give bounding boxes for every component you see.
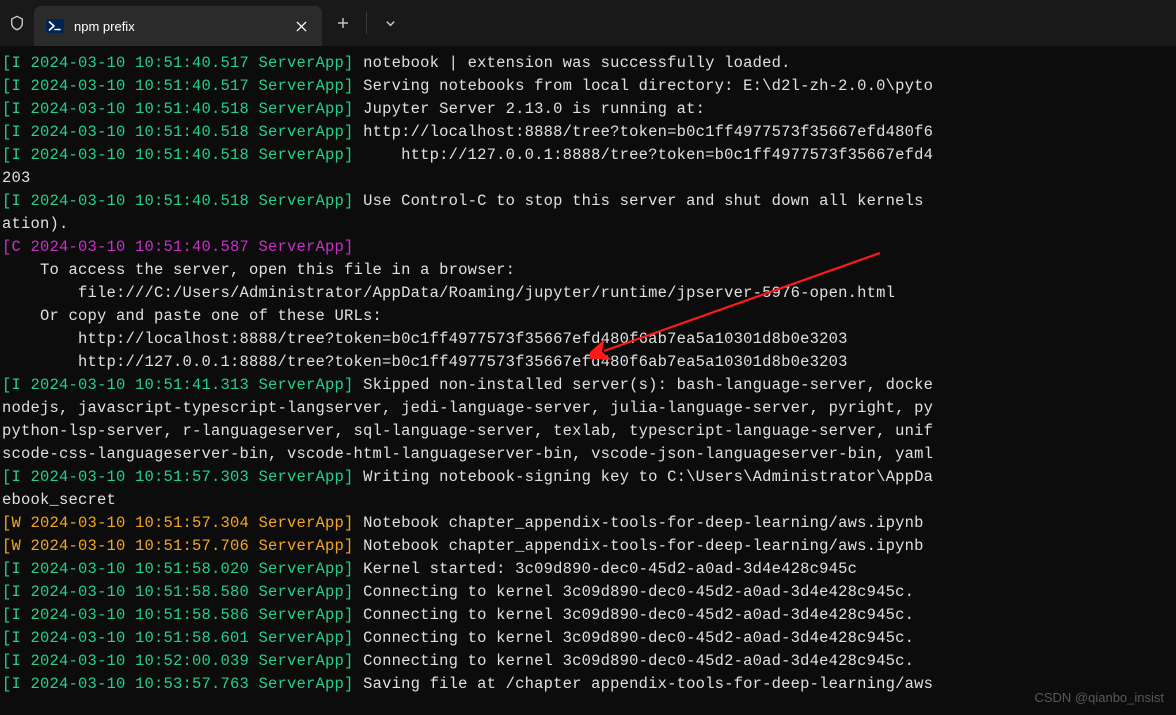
terminal-line: scode-css-languageserver-bin, vscode-htm…: [2, 443, 1176, 466]
terminal-line: file:///C:/Users/Administrator/AppData/R…: [2, 282, 1176, 305]
terminal-line: To access the server, open this file in …: [2, 259, 1176, 282]
terminal-line: [W 2024-03-10 10:51:57.706 ServerApp] No…: [2, 535, 1176, 558]
terminal-line: [I 2024-03-10 10:51:58.601 ServerApp] Co…: [2, 627, 1176, 650]
powershell-icon: [46, 17, 64, 35]
terminal-line: python-lsp-server, r-languageserver, sql…: [2, 420, 1176, 443]
tab-active[interactable]: npm prefix: [34, 6, 322, 46]
terminal-line: [I 2024-03-10 10:51:40.518 ServerApp] Ju…: [2, 98, 1176, 121]
tab-close-icon[interactable]: [290, 15, 312, 37]
terminal-line: [I 2024-03-10 10:51:58.586 ServerApp] Co…: [2, 604, 1176, 627]
terminal-line: [W 2024-03-10 10:51:57.304 ServerApp] No…: [2, 512, 1176, 535]
titlebar-divider: [366, 12, 367, 34]
tab-dropdown-button[interactable]: [369, 0, 411, 46]
terminal-line: ation).: [2, 213, 1176, 236]
tab-title: npm prefix: [74, 15, 280, 38]
terminal-line: http://127.0.0.1:8888/tree?token=b0c1ff4…: [2, 351, 1176, 374]
watermark: CSDN @qianbo_insist: [1034, 686, 1164, 709]
terminal-line: [I 2024-03-10 10:52:00.039 ServerApp] Co…: [2, 650, 1176, 673]
terminal-line: [I 2024-03-10 10:51:57.303 ServerApp] Wr…: [2, 466, 1176, 489]
terminal-line: 203: [2, 167, 1176, 190]
app-shield-icon: [0, 0, 34, 46]
terminal-line: [I 2024-03-10 10:51:40.518 ServerApp] Us…: [2, 190, 1176, 213]
titlebar: npm prefix: [0, 0, 1176, 46]
new-tab-button[interactable]: [322, 0, 364, 46]
terminal-line: [I 2024-03-10 10:51:58.580 ServerApp] Co…: [2, 581, 1176, 604]
terminal-line: nodejs, javascript-typescript-langserver…: [2, 397, 1176, 420]
terminal-line: [I 2024-03-10 10:51:40.518 ServerApp] ht…: [2, 121, 1176, 144]
terminal-line: http://localhost:8888/tree?token=b0c1ff4…: [2, 328, 1176, 351]
terminal-line: [I 2024-03-10 10:51:58.020 ServerApp] Ke…: [2, 558, 1176, 581]
terminal-line: [I 2024-03-10 10:53:57.763 ServerApp] Sa…: [2, 673, 1176, 696]
terminal-output[interactable]: [I 2024-03-10 10:51:40.517 ServerApp] no…: [0, 46, 1176, 696]
terminal-line: [C 2024-03-10 10:51:40.587 ServerApp]: [2, 236, 1176, 259]
terminal-line: [I 2024-03-10 10:51:40.517 ServerApp] Se…: [2, 75, 1176, 98]
terminal-line: [I 2024-03-10 10:51:40.517 ServerApp] no…: [2, 52, 1176, 75]
terminal-line: ebook_secret: [2, 489, 1176, 512]
terminal-line: Or copy and paste one of these URLs:: [2, 305, 1176, 328]
terminal-line: [I 2024-03-10 10:51:41.313 ServerApp] Sk…: [2, 374, 1176, 397]
terminal-line: [I 2024-03-10 10:51:40.518 ServerApp] ht…: [2, 144, 1176, 167]
